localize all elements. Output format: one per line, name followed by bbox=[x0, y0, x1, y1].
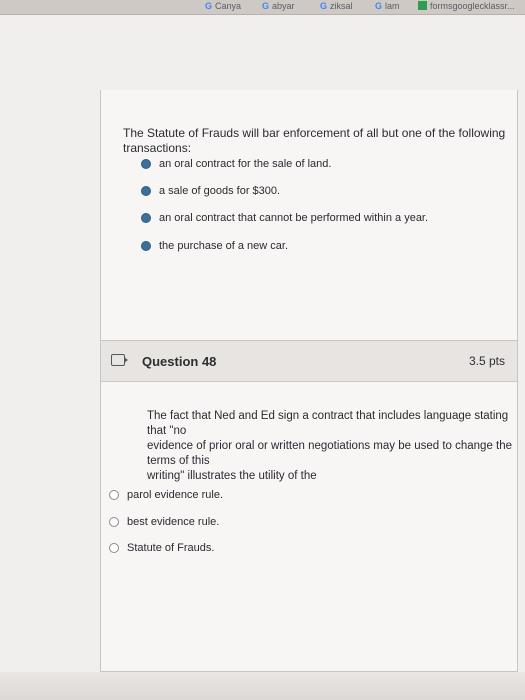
radio-button[interactable] bbox=[109, 517, 119, 527]
question-header: Question 48 3.5 pts bbox=[101, 341, 517, 382]
answer-choice[interactable]: an oral contract that cannot be performe… bbox=[141, 212, 428, 224]
bookmark-item[interactable]: Gabyar bbox=[262, 1, 295, 11]
google-icon: G bbox=[262, 1, 270, 11]
answer-choice[interactable]: an oral contract for the sale of land. bbox=[141, 158, 331, 170]
answer-choice[interactable]: the purchase of a new car. bbox=[141, 240, 288, 252]
page-bottom bbox=[0, 672, 525, 700]
question-card-previous: The Statute of Frauds will bar enforceme… bbox=[100, 90, 518, 341]
question-prompt: The Statute of Frauds will bar enforceme… bbox=[123, 126, 506, 155]
radio-button[interactable] bbox=[141, 159, 151, 169]
question-prompt: The fact that Ned and Ed sign a contract… bbox=[147, 410, 513, 482]
bookmark-item[interactable]: formsgooglecklassr... bbox=[418, 1, 515, 11]
question-points: 3.5 pts bbox=[468, 354, 505, 368]
answer-choice[interactable]: Statute of Frauds. bbox=[109, 542, 214, 554]
radio-button[interactable] bbox=[109, 490, 119, 500]
google-icon: G bbox=[320, 1, 328, 11]
bookmark-item[interactable]: Glam bbox=[375, 1, 400, 11]
answer-choice[interactable]: a sale of goods for $300. bbox=[141, 185, 280, 197]
bookmark-item[interactable]: G Canya bbox=[205, 1, 241, 11]
radio-button[interactable] bbox=[141, 186, 151, 196]
answer-choice[interactable]: best evidence rule. bbox=[109, 516, 219, 528]
bookmark-item[interactable]: Gziksal bbox=[320, 1, 353, 11]
radio-button[interactable] bbox=[141, 213, 151, 223]
answer-choice[interactable]: parol evidence rule. bbox=[109, 489, 223, 501]
question-card-48: Question 48 3.5 pts The fact that Ned an… bbox=[100, 340, 518, 672]
question-title: Question 48 bbox=[142, 354, 217, 369]
classroom-icon bbox=[418, 1, 427, 10]
google-icon: G bbox=[205, 1, 213, 11]
google-icon: G bbox=[375, 1, 383, 11]
radio-button[interactable] bbox=[109, 543, 119, 553]
flag-icon[interactable] bbox=[111, 354, 128, 366]
bookmarks-bar: G Canya Gabyar Gziksal Glam formsgoogleck… bbox=[0, 0, 525, 15]
radio-button[interactable] bbox=[141, 241, 151, 251]
